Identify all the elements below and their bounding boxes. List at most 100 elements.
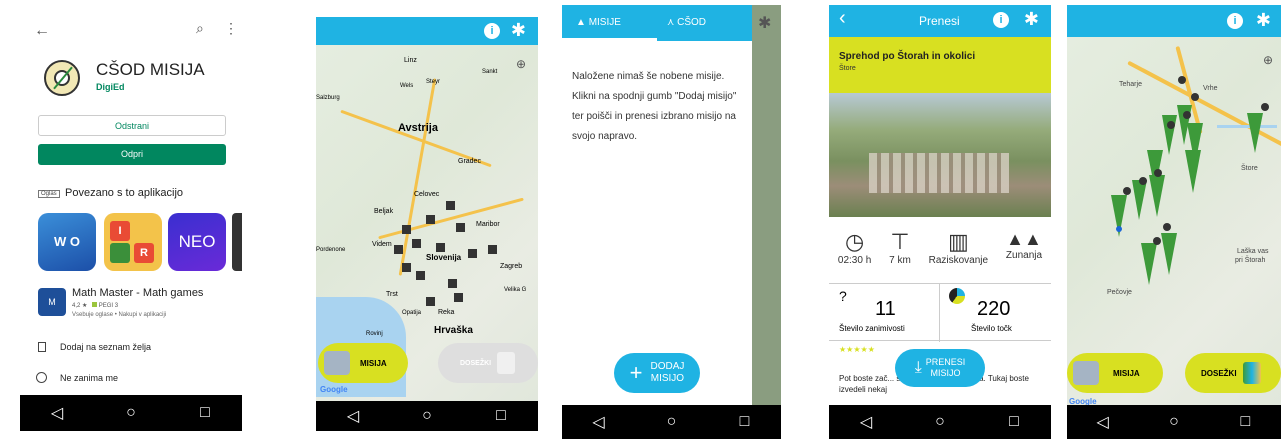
lock-icon [1123,187,1131,195]
distance-stat: ⊤ 7 km [889,229,911,277]
search-icon[interactable]: ⌕ [196,20,204,37]
map-label: Salzburg [316,95,340,101]
nav-back-icon[interactable]: ◁ [42,403,72,423]
top-bar: i ✱ [316,17,538,45]
rec-app-name[interactable]: Math Master - Math games [72,287,203,299]
map-label: Zagreb [500,263,523,270]
add-mission-button[interactable]: + DODAJ MISIJO [614,353,700,393]
achievements-button-label: DOSEŽKI [460,359,492,367]
mission-pin[interactable] [402,263,411,272]
related-app-neo[interactable]: NEO [168,213,226,271]
ad-tag: Oglas [38,190,60,198]
info-icon[interactable]: i [484,23,500,39]
map-label: Pordenone [316,247,346,253]
add-mission-label-line1: DODAJ [650,361,685,372]
mission-pin[interactable] [412,239,421,248]
mission-pin[interactable] [454,293,463,302]
settings-gear-icon[interactable]: ✱ [1024,9,1039,30]
map-label: Maribor [476,221,500,228]
mission-pin[interactable] [426,215,435,224]
achievements-button[interactable]: DOSEŽKI [1185,353,1281,393]
add-mission-label: DODAJ MISIJO [650,361,684,385]
wishlist-item[interactable]: Dodaj na seznam želja [60,342,151,352]
nav-back-icon[interactable]: ◁ [851,412,881,432]
map-label: Velika G [504,287,527,293]
lock-icon [1167,121,1175,129]
map-label: Opatija [402,310,422,316]
nav-home-icon[interactable]: ○ [116,404,146,422]
nav-recent-icon[interactable]: □ [1230,413,1260,431]
trees-icon: ▲▲ [1006,229,1042,249]
nav-home-icon[interactable]: ○ [1159,413,1189,431]
mission-photo [829,93,1051,217]
related-app-word[interactable]: W O [38,213,96,271]
back-arrow-icon[interactable]: ← [34,22,50,40]
lock-icon [1261,103,1269,111]
plus-icon: + [629,360,643,385]
nav-recent-icon[interactable]: □ [730,413,760,431]
nav-recent-icon[interactable]: □ [999,413,1029,431]
related-title: Povezano s to aplikacijo [65,187,184,199]
rec-app-pegi: PEGI 3 [98,303,119,309]
map-label: Avstrija [398,122,438,134]
lock-icon [1178,76,1186,84]
map-label: Steyr [426,79,441,85]
nav-home-icon[interactable]: ○ [412,407,442,425]
lock-icon [1163,223,1171,231]
pegi-icon [92,302,98,307]
achievements-button[interactable]: DOSEŽKI [438,343,538,383]
mission-pin[interactable] [416,271,425,280]
info-icon[interactable]: i [993,12,1009,28]
back-chevron-icon[interactable]: ‹ [839,7,846,30]
mission-marker [1149,175,1165,217]
android-nav-bar: ◁ ○ □ [20,395,242,431]
mission-pin[interactable] [456,223,465,232]
type-value: Raziskovanje [928,255,989,266]
tab-missions-label: MISIJE [588,17,621,28]
nav-home-icon[interactable]: ○ [657,413,687,431]
nav-recent-icon[interactable]: □ [486,407,516,425]
developer-link[interactable]: DigiEd [96,82,125,92]
download-mission-button[interactable]: ⤓ PRENESI MISIJO [895,349,985,387]
mission-pin[interactable] [426,297,435,306]
map-label: Hrvaška [434,325,473,336]
download-label-line2: MISIJO [930,368,961,378]
mission-button[interactable]: MISIJA [318,343,408,383]
android-nav-bar: ◁ ○ □ [1067,405,1281,439]
rec-app-icon[interactable]: M [38,288,66,316]
mission-button-label: MISIJA [360,358,387,368]
download-label-line1: PRENESI [925,357,966,367]
related-app-puzzle[interactable]: I R [104,213,162,271]
mission-pin[interactable] [436,243,445,252]
locate-me-icon[interactable]: ⊕ [516,57,526,71]
mission-pin[interactable] [446,201,455,210]
mission-pin[interactable] [402,225,411,234]
add-mission-label-line2: MISIJO [650,373,685,384]
mission-pin[interactable] [394,245,403,254]
mission-pin[interactable] [448,279,457,288]
mission-place: Štore [839,65,856,72]
nav-back-icon[interactable]: ◁ [338,406,368,426]
not-interested-icon [36,372,47,383]
more-options-icon[interactable]: ⋮ [224,20,238,37]
mission-button[interactable]: MISIJA [1067,353,1163,393]
stats-row: ◷ 02:30 h ⊤ 7 km ▥ Raziskovanje ▲▲ Zunan… [829,229,1051,277]
user-location-dot [1116,226,1122,232]
nav-back-icon[interactable]: ◁ [584,412,614,432]
tab-missions[interactable]: ▲ MISIJE [562,5,657,41]
settings-gear-icon[interactable]: ✱ [511,20,526,41]
mission-pin[interactable] [488,245,497,254]
nav-back-icon[interactable]: ◁ [1088,412,1118,432]
detail-header-title: Prenesi [919,14,960,28]
google-logo: Google [320,385,348,394]
nav-home-icon[interactable]: ○ [925,413,955,431]
distance-value: 7 km [889,255,911,266]
open-button[interactable]: Odpri [38,144,226,165]
not-interested-item[interactable]: Ne zanima me [60,373,118,383]
tab-csod[interactable]: ⋏ CŠOD [667,5,752,41]
uninstall-button[interactable]: Odstrani [38,115,226,136]
nav-recent-icon[interactable]: □ [190,404,220,422]
points-label: Število točk [971,324,1012,333]
mission-pin[interactable] [468,249,477,258]
related-app-partial[interactable] [232,213,242,271]
